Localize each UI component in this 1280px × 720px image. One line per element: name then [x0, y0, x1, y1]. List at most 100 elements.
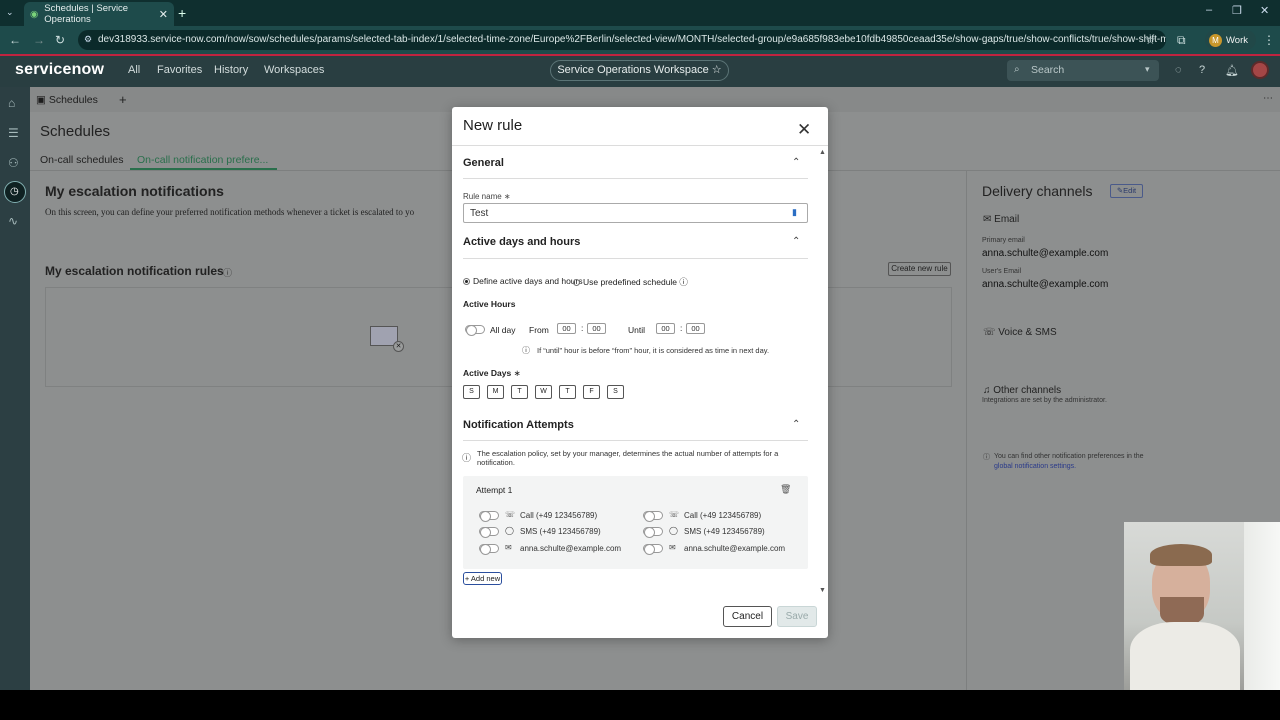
day-wednesday[interactable]: W	[535, 385, 552, 399]
address-bar[interactable]: dev318933.service-now.com/now/sow/schedu…	[78, 30, 1166, 50]
all-day-toggle[interactable]	[465, 325, 485, 336]
from-minute-input[interactable]: 00	[587, 323, 606, 334]
primary-email-label: Primary email	[982, 237, 1025, 244]
close-icon[interactable]: ✕	[797, 120, 811, 140]
chat-icon[interactable]: ◌	[1175, 64, 1182, 76]
profile-badge[interactable]: M Work	[1205, 30, 1256, 50]
trash-icon[interactable]: 🗑︎	[780, 484, 791, 495]
delivery-channels-title: Delivery channels	[982, 183, 1093, 199]
chevron-up-icon[interactable]: ⌃	[792, 236, 800, 247]
radio-define-label: Define active days and hours	[473, 276, 583, 286]
scroll-down-icon[interactable]: ▼	[819, 587, 826, 594]
right-panel-divider	[966, 170, 967, 690]
pulse-icon[interactable]: ∿	[8, 214, 18, 228]
nav-all[interactable]: All	[128, 64, 140, 76]
tab-schedules[interactable]: ▣ Schedules	[36, 94, 98, 106]
notifications-bell-icon[interactable]: 🔔︎	[1225, 64, 1239, 77]
minimize-icon[interactable]: –	[1206, 4, 1212, 16]
day-monday[interactable]: M	[487, 385, 504, 399]
browser-tab[interactable]: ◉ Schedules | Service Operations ✕	[24, 2, 174, 26]
home-icon[interactable]: ⌂	[8, 96, 15, 110]
channel-call: Call (+49 123456789)	[684, 511, 762, 520]
edit-button[interactable]: ✎Edit	[1110, 184, 1143, 198]
channel-toggle[interactable]	[643, 527, 663, 538]
chat-bubble-icon: ◯	[505, 526, 514, 535]
day-sunday[interactable]: S	[463, 385, 480, 399]
add-new-attempt-button[interactable]: + Add new	[463, 572, 502, 585]
add-tab-icon[interactable]: +	[119, 92, 127, 107]
global-search-input[interactable]: Search	[1007, 60, 1159, 81]
save-button[interactable]: Save	[777, 606, 817, 627]
user-email-value: anna.schulte@example.com	[982, 279, 1109, 290]
forward-icon[interactable]: →	[33, 33, 45, 47]
help-icon[interactable]: ?	[1199, 64, 1205, 76]
global-notification-settings-link[interactable]: global notification settings.	[994, 463, 1076, 470]
browser-menu-icon[interactable]: ⋮	[1263, 33, 1275, 47]
page-title: Schedules	[40, 123, 111, 140]
voice-sms-title: ☏ Voice & SMS	[983, 327, 1057, 338]
colon-separator: :	[680, 323, 683, 333]
search-scope-chevron-icon[interactable]: ▾	[1145, 64, 1150, 75]
radio-define-active[interactable]: Define active days and hours	[463, 276, 583, 286]
create-new-rule-button[interactable]: Create new rule	[888, 262, 951, 276]
servicenow-logo[interactable]: servicenow	[15, 61, 104, 79]
reload-icon[interactable]: ↻	[55, 33, 65, 47]
tab-schedules-label: Schedules	[48, 94, 98, 106]
new-tab-icon[interactable]: +	[178, 5, 186, 21]
workspace-pill[interactable]: Service Operations Workspace ☆	[550, 60, 729, 81]
close-window-icon[interactable]: ✕	[1260, 4, 1269, 17]
until-minute-input[interactable]: 00	[686, 323, 705, 334]
info-icon[interactable]: ⓘ	[679, 277, 688, 287]
channel-toggle[interactable]	[479, 511, 499, 522]
channel-sms: SMS (+49 123456789)	[684, 527, 765, 536]
channel-toggle[interactable]	[479, 544, 499, 555]
info-icon[interactable]: ⓘ	[223, 266, 232, 279]
servicenow-favicon-icon: ◉	[30, 8, 39, 20]
tab-oncall-notification-prefs[interactable]: On-call notification prefere...	[137, 154, 268, 166]
tab-list-icon[interactable]: ⌄	[6, 7, 14, 18]
user-avatar[interactable]	[1251, 61, 1269, 79]
group-icon[interactable]: ⚇	[8, 156, 19, 170]
more-options-icon[interactable]: ⋯	[1263, 93, 1273, 104]
site-info-icon[interactable]: ⚙	[84, 34, 92, 45]
close-tab-icon[interactable]: ✕	[159, 8, 168, 21]
person-hair	[1150, 544, 1212, 566]
channel-toggle[interactable]	[643, 544, 663, 555]
modal-title: New rule	[463, 117, 523, 134]
general-section-header[interactable]: General	[463, 157, 504, 169]
chevron-up-icon[interactable]: ⌃	[792, 157, 800, 168]
list-icon[interactable]: ☰	[8, 126, 19, 140]
extensions-icon[interactable]: ⧉	[1177, 33, 1186, 48]
back-icon[interactable]: ←	[9, 33, 21, 47]
section-description: On this screen, you can define your pref…	[45, 207, 415, 217]
day-tuesday[interactable]: T	[511, 385, 528, 399]
day-saturday[interactable]: S	[607, 385, 624, 399]
channel-email: anna.schulte@example.com	[520, 544, 622, 553]
radio-predefined-schedule[interactable]: Use predefined schedule ⓘ	[573, 276, 688, 288]
required-asterisk: ∗	[503, 192, 511, 201]
until-hour-input[interactable]: 00	[656, 323, 675, 334]
from-hour-input[interactable]: 00	[557, 323, 576, 334]
nav-favorites[interactable]: Favorites	[157, 64, 202, 76]
nav-history[interactable]: History	[214, 64, 248, 76]
chevron-up-icon[interactable]: ⌃	[792, 419, 800, 430]
envelope-icon: ✉	[669, 543, 676, 552]
rule-name-input[interactable]: Test	[463, 203, 808, 223]
active-days-hours-header[interactable]: Active days and hours	[463, 236, 580, 248]
scroll-up-icon[interactable]: ▲	[819, 149, 826, 156]
channel-toggle[interactable]	[479, 527, 499, 538]
tab-oncall-schedules[interactable]: On-call schedules	[40, 154, 123, 166]
edit-button-label: Edit	[1123, 186, 1137, 195]
radio-selected	[463, 278, 470, 285]
nav-workspaces[interactable]: Workspaces	[264, 64, 324, 76]
restore-icon[interactable]: ❐	[1232, 4, 1242, 17]
channel-toggle[interactable]	[643, 511, 663, 522]
person-beard	[1160, 597, 1204, 625]
cancel-button[interactable]: Cancel	[723, 606, 772, 627]
day-thursday[interactable]: T	[559, 385, 576, 399]
notification-note: The escalation policy, set by your manag…	[477, 449, 779, 467]
bookmark-star-icon[interactable]: ☆	[1145, 33, 1156, 47]
info-icon: ⓘ	[462, 453, 472, 463]
day-friday[interactable]: F	[583, 385, 600, 399]
notification-attempts-header[interactable]: Notification Attempts	[463, 419, 574, 431]
